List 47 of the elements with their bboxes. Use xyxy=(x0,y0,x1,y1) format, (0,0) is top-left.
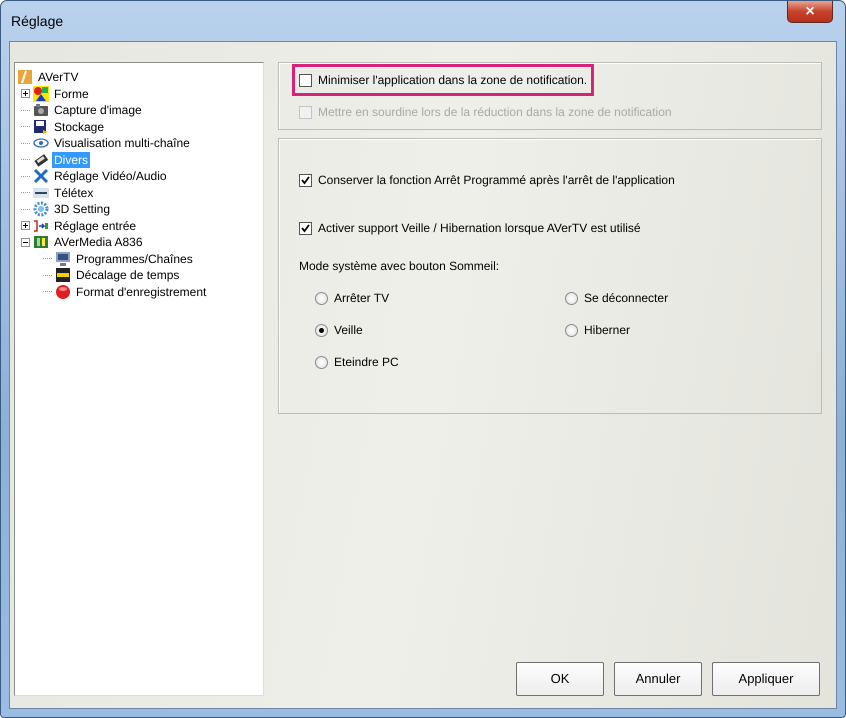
tree-item[interactable]: Réglage Vidéo/Audio xyxy=(52,168,169,184)
expander-toggle[interactable] xyxy=(21,238,30,247)
tree-item[interactable]: Format d'enregistrement xyxy=(74,284,208,300)
tree-item[interactable]: AVerMedia A836 xyxy=(52,234,145,250)
ball-icon xyxy=(55,284,71,300)
radio-label: Hiberner xyxy=(584,322,630,339)
tree-item[interactable]: Capture d'image xyxy=(52,102,144,118)
tools-icon xyxy=(33,168,49,184)
close-button[interactable]: × xyxy=(787,1,833,23)
tree-item[interactable]: Réglage entrée xyxy=(52,218,138,234)
radio-label: Se déconnecter xyxy=(584,290,668,307)
radio-label: Veille xyxy=(334,322,363,339)
expander-toggle[interactable] xyxy=(21,221,30,230)
tree-item[interactable]: Visualisation multi-chaîne xyxy=(52,135,192,152)
checkbox-label: Conserver la fonction Arrêt Programmé après l'arrêt de l'application xyxy=(318,172,675,189)
tree-item[interactable]: 3D Setting xyxy=(52,201,112,218)
cancel-button[interactable]: Annuler xyxy=(614,662,702,696)
camera-icon xyxy=(33,102,49,118)
gear-icon xyxy=(33,201,49,218)
app-icon xyxy=(17,69,33,86)
tree-item[interactable]: Télétex xyxy=(52,184,96,201)
radio-button[interactable] xyxy=(565,324,578,336)
input-icon xyxy=(33,218,49,234)
checkbox[interactable] xyxy=(299,74,312,86)
radio-button[interactable] xyxy=(315,356,328,368)
radio-label: Arrêter TV xyxy=(334,290,390,307)
checkbox[interactable] xyxy=(299,222,312,234)
tree-item[interactable]: Stockage xyxy=(52,118,106,135)
ok-button[interactable]: OK xyxy=(516,662,604,696)
radio-button[interactable] xyxy=(315,292,328,304)
checkbox-label: Activer support Veille / Hibernation lorsque AVerTV est utilisé xyxy=(318,220,641,237)
group-label: Mode système avec bouton Sommeil: xyxy=(299,258,500,275)
shapes-icon xyxy=(33,86,49,102)
radio-button[interactable] xyxy=(315,324,328,336)
tree-item[interactable]: Programmes/Chaînes xyxy=(74,250,195,267)
monitor-icon xyxy=(55,250,71,267)
checkbox[interactable] xyxy=(299,174,312,186)
tree-item[interactable]: Décalage de temps xyxy=(74,267,182,284)
checkbox-label: Minimiser l'application dans la zone de notification. xyxy=(318,72,588,89)
window-title: Réglage xyxy=(10,12,64,31)
radio-button[interactable] xyxy=(565,292,578,304)
checkbox-label: Mettre en sourdine lors de la réduction dans la zone de notification xyxy=(318,104,672,121)
radio-label: Eteindre PC xyxy=(334,354,399,371)
tree-item[interactable]: AVerTV xyxy=(36,69,80,86)
apply-button[interactable]: Appliquer xyxy=(712,662,820,696)
tree-item[interactable]: Forme xyxy=(52,86,91,102)
expander-toggle[interactable] xyxy=(21,89,30,98)
